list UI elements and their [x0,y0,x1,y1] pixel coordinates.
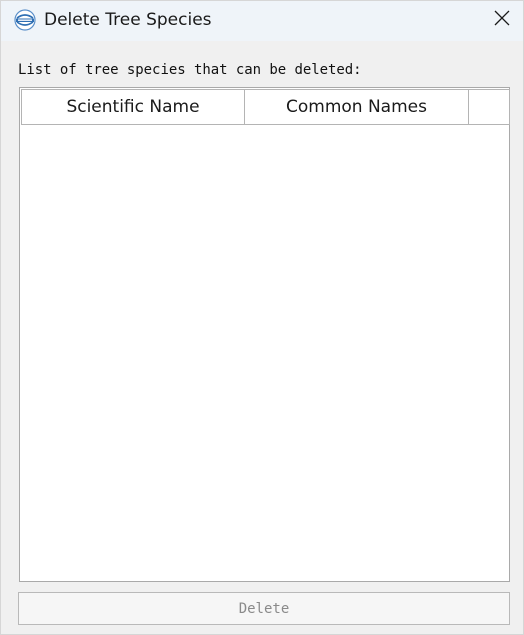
column-header-filler [469,89,510,125]
species-list-label: List of tree species that can be deleted… [18,62,362,78]
close-button[interactable] [479,1,524,39]
close-icon [494,10,510,30]
table-body[interactable] [21,126,508,580]
table-header: Scientific Name Common Names [21,89,510,125]
title-bar[interactable]: Delete Tree Species [1,1,523,41]
column-header-scientific-name[interactable]: Scientific Name [21,89,245,125]
app-logo-icon [14,9,36,31]
delete-tree-species-dialog: Delete Tree Species List of tree species… [0,0,524,635]
delete-button[interactable]: Delete [18,592,510,625]
species-table[interactable]: Scientific Name Common Names [19,87,510,582]
column-header-common-names[interactable]: Common Names [245,89,469,125]
window-title: Delete Tree Species [44,10,212,30]
